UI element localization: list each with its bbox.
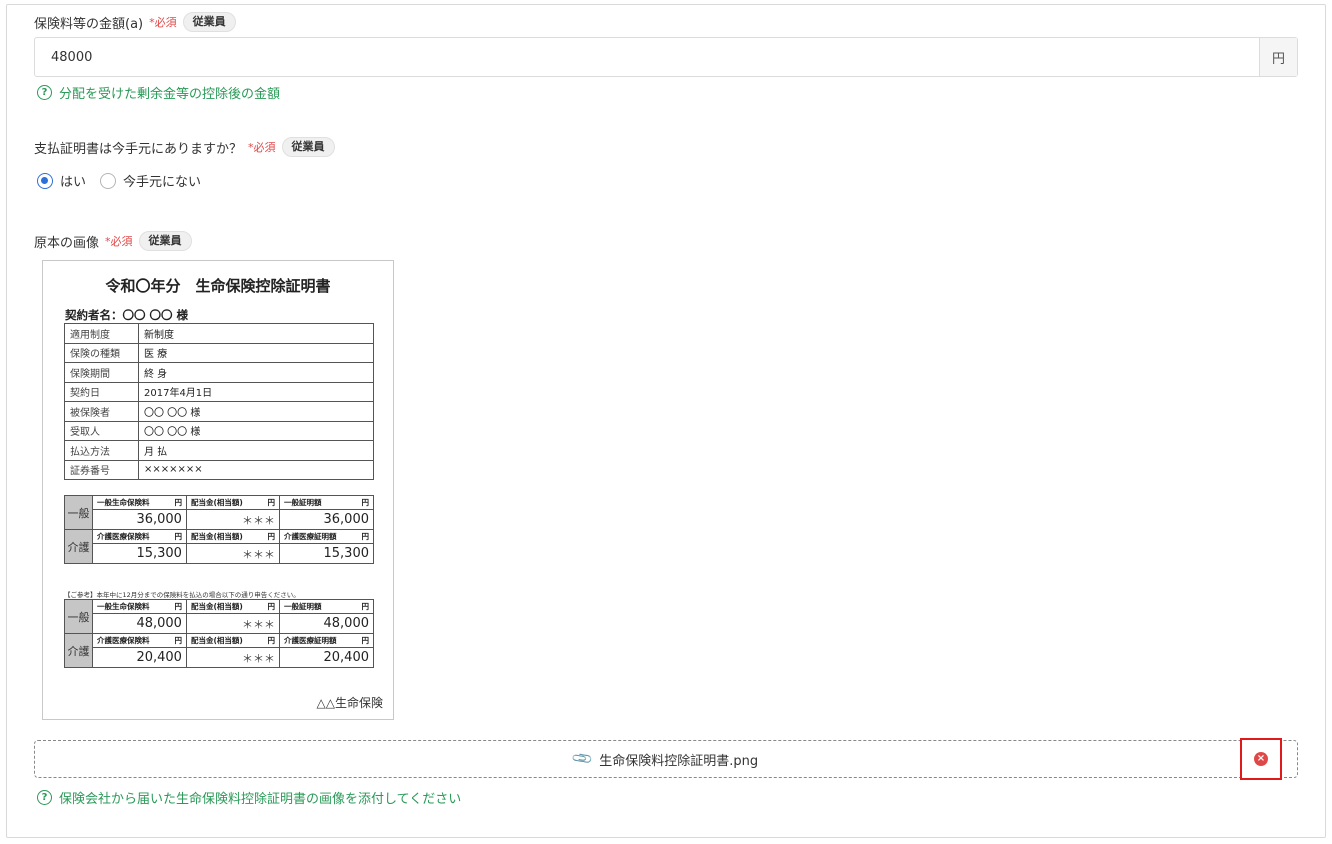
certificate-contractor: 契約者名：〇〇 〇〇 様 [65,308,189,322]
certificate-question-label: 支払証明書は今手元にありますか？ [34,141,243,157]
role-badge: 従業員 [182,12,236,32]
certificate-radio-group: はい 今手元にない [37,171,207,190]
table-row: 契約日 2017年4月1日 [64,381,374,402]
certificate-title: 令和〇年分 生命保険控除証明書 [105,277,331,295]
table-row: 適用制度 新制度 [64,323,374,344]
radio-label: 今手元にない [123,175,202,190]
certificate-image: 令和〇年分 生命保険控除証明書 契約者名：〇〇 〇〇 様 適用制度 新制度 保険の… [42,260,394,720]
required-mark: *必須 [105,235,133,248]
premium-hint-text: 分配を受けた剰余金等の控除後の金額 [59,87,281,102]
premium-label-row: 保険料等の金額(a) *必須 従業員 [34,12,236,32]
required-mark: *必須 [149,16,177,29]
premium-amount-field: 円 [34,37,1298,77]
certificate-issuer: △△生命保険 [316,696,383,710]
radio-label: はい [60,175,87,190]
remove-file-button[interactable]: × [1240,738,1282,780]
premium-amount-input[interactable] [35,38,1259,76]
radio-option-not-at-hand[interactable]: 今手元にない [100,171,201,190]
premium-label: 保険料等の金額(a) [34,16,144,32]
side-label: 一般 [64,599,93,634]
help-circle-icon: ? [37,85,52,100]
table-row: 被保険者 〇〇 〇〇 様 [64,401,374,422]
role-badge: 従業員 [281,137,335,157]
help-circle-icon: ? [37,790,52,805]
role-badge: 従業員 [138,231,192,251]
certificate-amount-table-2: 一般 一般生命保険料円 配当金(相当額) 円 一般証明額円 48,000 ＊＊＊ … [64,599,374,668]
table-row: 受取人 〇〇 〇〇 様 [64,420,374,441]
radio-button-checked[interactable] [37,172,53,189]
table-row: 保険期間終 身 [64,362,374,383]
original-image-label-row: 原本の画像 *必須 従業員 [34,231,192,251]
certificate-amount-table-1: 一般 一般生命保険料円 配当金(相当額) 円 一般証明額円 36,000 ＊＊＊ … [64,495,374,564]
attached-file-name[interactable]: 生命保険料控除証明書.png [599,750,758,769]
yen-unit: 円 [1259,38,1297,76]
close-circle-icon: × [1254,752,1268,766]
radio-button[interactable] [100,172,117,189]
radio-option-yes[interactable]: はい [37,171,86,190]
premium-hint: ? 分配を受けた剰余金等の控除後の金額 [37,83,280,102]
side-label: 介護 [64,633,93,668]
table-row: 払込方法月 払 [64,440,374,461]
image-hint-text: 保険会社から届いた生命保険料控除証明書の画像を添付してください [59,792,462,807]
table-row: 証券番号 ××××××× [64,459,374,480]
certificate-question-label-row: 支払証明書は今手元にありますか？ *必須 従業員 [34,137,335,157]
table-row: 保険の種類医 療 [64,342,374,363]
paperclip-icon: 📎 [570,747,595,771]
image-hint: ? 保険会社から届いた生命保険料控除証明書の画像を添付してください [37,788,461,807]
attached-file-box[interactable]: 📎 生命保険料控除証明書.png [34,740,1298,778]
certificate-note: 【ご参考】本年中に12月分までの保険料を払込の場合以下の通り申告ください。 [64,591,300,599]
required-mark: *必須 [248,141,276,154]
side-label: 介護 [64,529,93,564]
side-label: 一般 [64,495,93,530]
certificate-info-table: 適用制度 新制度 保険の種類医 療 保険期間終 身 契約日 2017年4月1日 被保… [64,323,374,480]
original-image-label: 原本の画像 [34,235,100,251]
